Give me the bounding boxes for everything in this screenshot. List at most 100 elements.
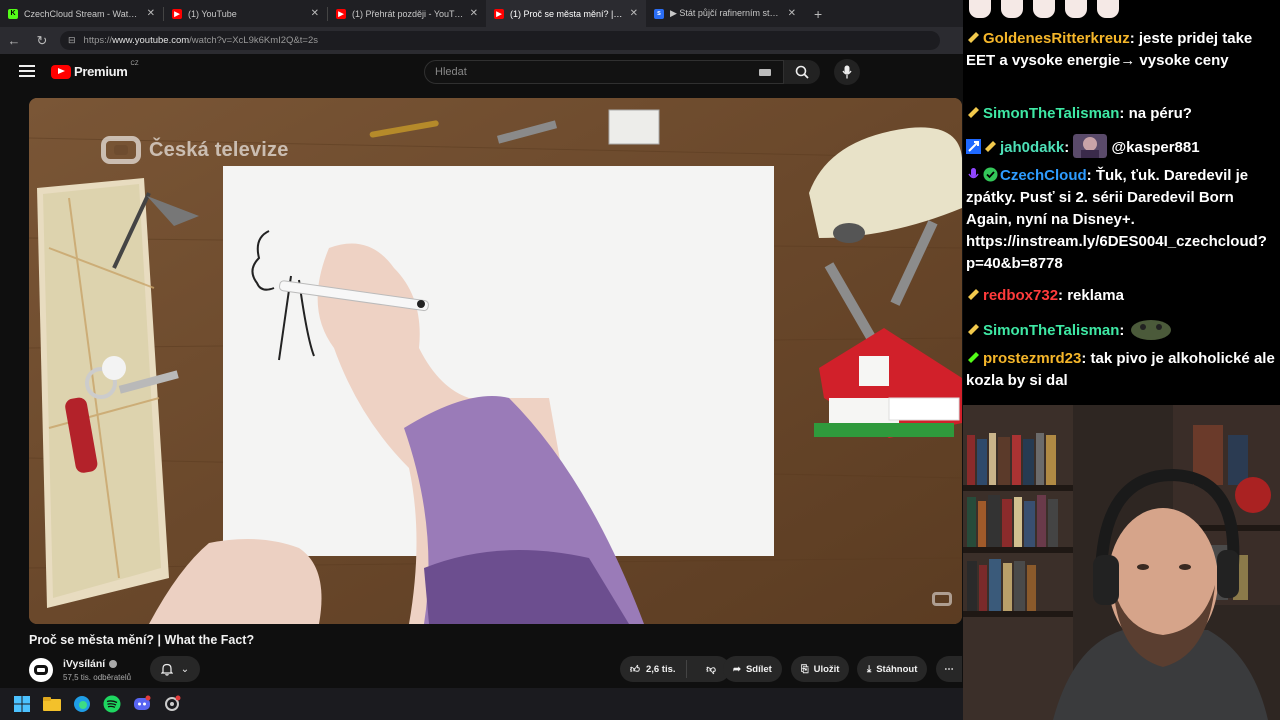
url-host: www.youtube.com bbox=[112, 35, 190, 46]
chat-username[interactable]: SimonTheTalisman bbox=[983, 322, 1119, 339]
address-bar-row: ← ↻ ⊟ https://www.youtube.com/watch?v=Xc… bbox=[0, 27, 963, 54]
close-icon[interactable]: ✕ bbox=[630, 8, 638, 19]
chat-username[interactable]: prostezmrd23 bbox=[983, 350, 1081, 367]
emote-row bbox=[969, 0, 1119, 20]
thumbs-down-icon: 👎︎ bbox=[706, 664, 716, 675]
chat-username[interactable]: redbox732 bbox=[983, 287, 1058, 304]
channel-name[interactable]: iVysílání bbox=[63, 658, 118, 670]
streamer-webcam bbox=[963, 405, 1280, 720]
save-label: Uložit bbox=[813, 663, 840, 675]
channel-name-text: iVysílání bbox=[63, 658, 106, 670]
search-icon bbox=[795, 65, 809, 79]
tab-title: (1) YouTube bbox=[188, 8, 237, 19]
download-label: Stáhnout bbox=[876, 663, 918, 675]
channel-avatar[interactable] bbox=[29, 658, 53, 682]
settings-gear-icon[interactable] bbox=[162, 694, 182, 714]
youtube-logo[interactable]: Premium CZ bbox=[51, 60, 139, 79]
search-button[interactable] bbox=[784, 60, 820, 84]
seznam-icon: s bbox=[654, 8, 664, 19]
tab-strip: K CzechCloud Stream - Watch Live o ✕ ▶ (… bbox=[0, 0, 963, 27]
video-frame bbox=[29, 98, 962, 624]
share-label: Sdílet bbox=[745, 663, 772, 675]
subscriber-badge-icon bbox=[985, 141, 996, 152]
ct-logo-icon bbox=[101, 136, 141, 164]
bell-icon bbox=[160, 663, 173, 676]
chat-username[interactable]: GoldenesRitterkreuz bbox=[983, 30, 1130, 47]
discord-icon[interactable] bbox=[132, 694, 152, 714]
download-icon: ⤓ bbox=[867, 663, 872, 675]
tab-youtube-home[interactable]: ▶ (1) YouTube ✕ bbox=[164, 0, 327, 27]
site-info-icon[interactable]: ⊟ bbox=[68, 35, 76, 46]
download-button[interactable]: ⤓ Stáhnout bbox=[857, 656, 928, 682]
voice-search-button[interactable] bbox=[834, 59, 860, 85]
verified-icon bbox=[109, 660, 118, 669]
channel-row: iVysílání 57,5 tis. odběratelů ⌄ 👍︎ 2,6 … bbox=[29, 656, 962, 686]
close-icon[interactable]: ✕ bbox=[788, 8, 796, 19]
bookmark-icon: ⎘ bbox=[801, 663, 809, 675]
share-button[interactable]: ➦ Sdílet bbox=[723, 656, 782, 682]
chat-username[interactable]: CzechCloud bbox=[1000, 167, 1087, 184]
moderator-badge-icon bbox=[966, 139, 981, 154]
chat-text: @kasper881 bbox=[1107, 139, 1200, 156]
youtube-header: Premium CZ Hledat bbox=[0, 54, 963, 92]
tab-news[interactable]: s ▶ Stát půjčí rafinerním sto tisíc tun … bbox=[646, 0, 804, 27]
video-title: Proč se města mění? | What the Fact? bbox=[29, 633, 255, 647]
close-icon[interactable]: ✕ bbox=[147, 8, 155, 19]
reaction-emote-icon bbox=[1073, 134, 1108, 158]
ct-corner-logo-icon bbox=[932, 592, 952, 606]
chat-message: jah0dakk: @kasper881 bbox=[966, 134, 1278, 159]
more-actions-button[interactable]: ⋯ bbox=[936, 656, 962, 682]
url-prefix: https:// bbox=[83, 35, 113, 46]
microphone-icon bbox=[842, 65, 852, 79]
notifications-button[interactable]: ⌄ bbox=[150, 656, 200, 682]
search-input[interactable]: Hledat bbox=[424, 60, 784, 84]
more-icon: ⋯ bbox=[944, 663, 954, 675]
tab-title: ▶ Stát půjčí rafinerním sto tisíc tun bbox=[670, 8, 782, 18]
tab-watch-later[interactable]: ▶ (1) Přehrát později - YouTube ✕ bbox=[328, 0, 486, 27]
hamburger-menu-icon[interactable] bbox=[19, 65, 35, 77]
chat-text: na péru? bbox=[1124, 105, 1192, 122]
close-icon[interactable]: ✕ bbox=[311, 8, 319, 19]
back-button[interactable]: ← bbox=[0, 33, 28, 48]
microphone-badge-icon bbox=[968, 168, 979, 179]
new-tab-button[interactable]: + bbox=[804, 6, 832, 22]
watermark-text: Česká televize bbox=[149, 138, 289, 161]
hand-emote-icon bbox=[1001, 0, 1023, 18]
url-field[interactable]: ⊟ https://www.youtube.com/watch?v=XcL9k6… bbox=[60, 31, 940, 50]
youtube-icon: ▶ bbox=[494, 8, 504, 19]
kick-icon: K bbox=[8, 8, 18, 19]
file-explorer-icon[interactable] bbox=[42, 694, 62, 714]
tab-title: CzechCloud Stream - Watch Live o bbox=[24, 8, 141, 19]
chat-message: GoldenesRitterkreuz: jeste pridej take E… bbox=[966, 30, 1253, 69]
logo-country: CZ bbox=[130, 60, 139, 67]
keyboard-icon[interactable] bbox=[759, 69, 771, 76]
reload-button[interactable]: ↻ bbox=[28, 33, 56, 49]
chat-username[interactable]: jah0dakk bbox=[1000, 139, 1064, 156]
chat-message: prostezmrd23: tak pivo je alkoholické al… bbox=[966, 350, 1275, 389]
chat-message: CzechCloud: Ťuk, ťuk. Daredevil je zpátk… bbox=[966, 167, 1267, 272]
edge-browser-icon[interactable] bbox=[72, 694, 92, 714]
video-player[interactable]: Česká televize bbox=[29, 98, 962, 624]
tab-title: (1) Proč se města mění? | What the bbox=[510, 8, 624, 19]
frog-emote-icon bbox=[1130, 320, 1171, 340]
save-button[interactable]: ⎘ Uložit bbox=[791, 656, 850, 682]
chevron-down-icon: ⌄ bbox=[180, 663, 190, 675]
youtube-icon: ▶ bbox=[336, 8, 346, 19]
url-path: /watch?v=XcL9k6KmI2Q&t=2s bbox=[189, 35, 318, 46]
logo-brand: Premium bbox=[74, 64, 128, 79]
subscriber-count: 57,5 tis. odběratelů bbox=[63, 673, 132, 682]
like-button[interactable]: 👍︎ 2,6 tis. bbox=[620, 660, 688, 678]
share-icon: ➦ bbox=[733, 663, 741, 675]
youtube-play-icon bbox=[51, 64, 71, 79]
spotify-icon[interactable] bbox=[102, 694, 122, 714]
verified-badge-icon bbox=[983, 167, 998, 182]
windows-start-icon[interactable] bbox=[12, 694, 32, 714]
chat-message: SimonTheTalisman: na péru? bbox=[966, 103, 1278, 125]
tab-current-video[interactable]: ▶ (1) Proč se města mění? | What the ✕ bbox=[486, 0, 646, 27]
webcam-frame bbox=[963, 405, 1280, 720]
close-icon[interactable]: ✕ bbox=[470, 8, 478, 19]
browser-window: K CzechCloud Stream - Watch Live o ✕ ▶ (… bbox=[0, 0, 963, 688]
tab-kick[interactable]: K CzechCloud Stream - Watch Live o ✕ bbox=[0, 0, 163, 27]
chat-username[interactable]: SimonTheTalisman bbox=[983, 105, 1119, 122]
youtube-icon: ▶ bbox=[172, 8, 182, 19]
